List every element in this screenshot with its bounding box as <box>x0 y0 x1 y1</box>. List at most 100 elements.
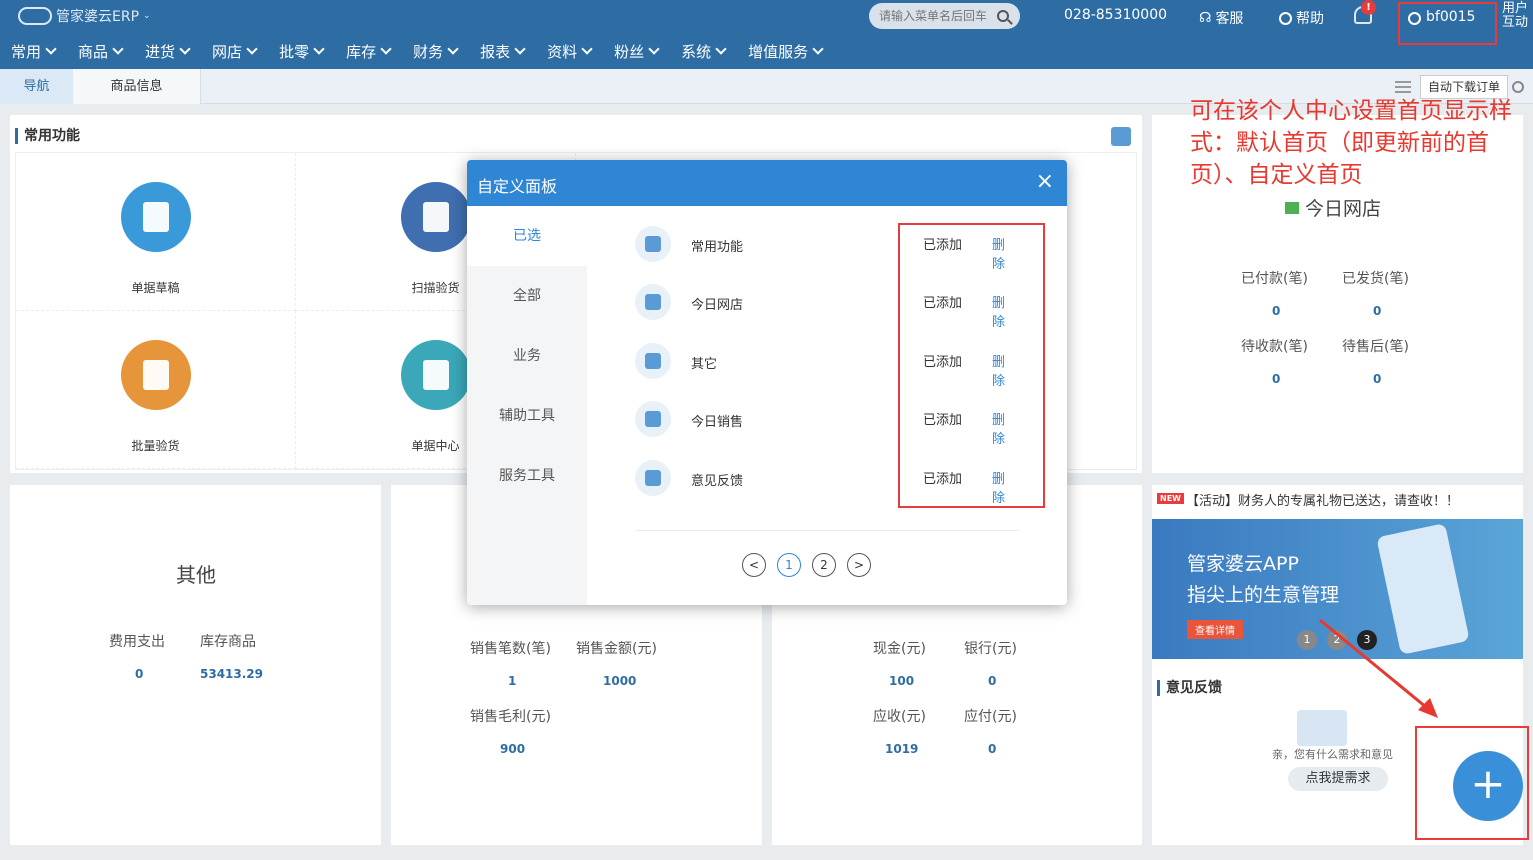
chevron-down-icon: ⌄ <box>143 11 151 21</box>
banner-detail-button[interactable]: 查看详情 <box>1187 620 1243 639</box>
today-shop-header: 今日网店 <box>1285 194 1381 221</box>
menu-finance[interactable]: 财务 <box>402 38 469 64</box>
receivable-label: 应收(元) <box>873 709 926 725</box>
list-icon[interactable] <box>1395 81 1411 93</box>
apps-icon <box>635 343 671 379</box>
user-center[interactable]: bf0015 <box>1398 2 1497 45</box>
stock-label: 库存商品 <box>200 634 256 650</box>
menu-fans[interactable]: 粉丝 <box>603 38 670 64</box>
menu-data[interactable]: 资料 <box>536 38 603 64</box>
aftersale-label: 待售后(笔) <box>1342 339 1409 355</box>
feedback-title: 意见反馈 <box>1157 680 1222 696</box>
menu-eshop[interactable]: 网店 <box>201 38 268 64</box>
annotation-arrow <box>1319 618 1438 718</box>
search-icon[interactable] <box>997 10 1009 22</box>
func-batch-verify[interactable]: 批量验货 <box>16 311 296 469</box>
shipped-label: 已发货(笔) <box>1342 271 1409 287</box>
chevron-down-icon <box>45 43 57 55</box>
page-button[interactable]: 2 <box>812 553 836 577</box>
gear-icon[interactable] <box>1512 81 1524 93</box>
other-title: 其他 <box>176 563 216 587</box>
category-business[interactable]: 业务 <box>467 326 587 386</box>
cloud-logo-icon <box>18 7 52 25</box>
prev-page-button[interactable]: < <box>742 553 766 577</box>
user-icon <box>1408 12 1421 25</box>
feedback-button[interactable]: 点我提需求 <box>1288 767 1388 791</box>
category-service-tools[interactable]: 服务工具 <box>467 446 587 506</box>
main-menu: 常用 商品 进货 网店 批零 库存 财务 报表 资料 粉丝 系统 增值服务 <box>0 38 834 64</box>
banner-line2: 指尖上的生意管理 <box>1187 584 1340 606</box>
warehouse-icon <box>400 182 471 252</box>
banner-dot[interactable]: 1 <box>1297 630 1317 650</box>
cash-label: 现金(元) <box>873 641 926 657</box>
func-draft[interactable]: 单据草稿 <box>16 153 296 311</box>
feedback-prompt: 亲，您有什么需求和意见 <box>1272 748 1393 761</box>
chevron-down-icon <box>648 43 660 55</box>
notification-badge: ! <box>1361 0 1376 15</box>
receivable-value: 1019 <box>885 742 919 756</box>
category-all[interactable]: 全部 <box>467 266 587 326</box>
category-selected[interactable]: 已选 <box>467 206 587 266</box>
new-badge: NEW <box>1157 493 1184 504</box>
menu-system[interactable]: 系统 <box>670 38 737 64</box>
menu-retail[interactable]: 批零 <box>268 38 335 64</box>
news-link[interactable]: 【活动】财务人的专属礼物已送达，请查收！！ <box>1186 490 1459 509</box>
banner-line1: 管家婆云APP <box>1187 553 1299 575</box>
menu-goods[interactable]: 商品 <box>67 38 134 64</box>
tab-nav[interactable]: 导航 <box>0 69 73 104</box>
pagination: < 1 2 > <box>742 553 871 577</box>
category-aux-tools[interactable]: 辅助工具 <box>467 386 587 446</box>
search-input[interactable] <box>879 9 991 23</box>
expense-label: 费用支出 <box>109 634 165 650</box>
top-bar: 管家婆云ERP ⌄ 常用 商品 进货 网店 批零 库存 财务 报表 资料 粉丝 … <box>0 0 1533 69</box>
sales-profit-value: 900 <box>500 742 526 756</box>
pending-value: 0 <box>1272 372 1281 386</box>
help-link[interactable]: 帮助 <box>1279 8 1324 28</box>
other-panel <box>10 485 381 845</box>
help-icon <box>1279 11 1292 25</box>
common-functions-title: 常用功能 <box>15 128 80 144</box>
annotation-text: 可在该个人中心设置首页显示样式：默认首页（即更新前的首页）、自定义首页 <box>1190 98 1512 188</box>
menu-common[interactable]: 常用 <box>0 38 67 64</box>
user-interact-link[interactable]: 用户互动 <box>1502 2 1532 30</box>
app-logo[interactable]: 管家婆云ERP ⌄ <box>18 6 151 26</box>
grid-icon <box>635 226 671 262</box>
sales-amount-value: 1000 <box>603 674 637 688</box>
highlight-box <box>898 223 1045 508</box>
menu-inventory[interactable]: 库存 <box>335 38 402 64</box>
phone-number: 028-85310000 <box>1064 7 1168 23</box>
menu-search <box>869 3 1020 29</box>
dialog-title: 自定义面板 <box>477 177 558 196</box>
next-page-button[interactable]: > <box>847 553 871 577</box>
pending-label: 待收款(笔) <box>1241 339 1308 355</box>
username: bf0015 <box>1426 9 1476 25</box>
page-button[interactable]: 1 <box>777 553 801 577</box>
document-icon <box>120 182 191 252</box>
menu-purchase[interactable]: 进货 <box>134 38 201 64</box>
sales-count-value: 1 <box>508 674 517 688</box>
bank-label: 银行(元) <box>964 641 1017 657</box>
sales-amount-label: 销售金额(元) <box>576 641 657 657</box>
service-link[interactable]: ☊ 客服 <box>1199 8 1243 28</box>
expense-value: 0 <box>135 667 144 681</box>
stock-value: 53413.29 <box>200 667 264 681</box>
chevron-down-icon <box>179 43 191 55</box>
shop-icon <box>1285 201 1299 214</box>
cash-value: 100 <box>889 674 915 688</box>
paid-label: 已付款(笔) <box>1241 271 1308 287</box>
add-panel-button[interactable]: + <box>1453 751 1523 821</box>
paid-value: 0 <box>1272 304 1281 318</box>
close-icon[interactable]: × <box>1036 170 1054 194</box>
store-icon <box>120 340 191 410</box>
edit-icon[interactable] <box>1111 127 1131 146</box>
menu-value-added[interactable]: 增值服务 <box>737 38 834 64</box>
logo-text: 管家婆云ERP <box>56 9 140 25</box>
payable-label: 应付(元) <box>964 709 1017 725</box>
headset-icon: ☊ <box>1199 10 1212 26</box>
chevron-down-icon <box>581 43 593 55</box>
chevron-down-icon <box>514 43 526 55</box>
chevron-down-icon <box>380 43 392 55</box>
menu-reports[interactable]: 报表 <box>469 38 536 64</box>
basket-icon <box>400 340 471 410</box>
tab-goods-info[interactable]: 商品信息 <box>73 69 201 104</box>
